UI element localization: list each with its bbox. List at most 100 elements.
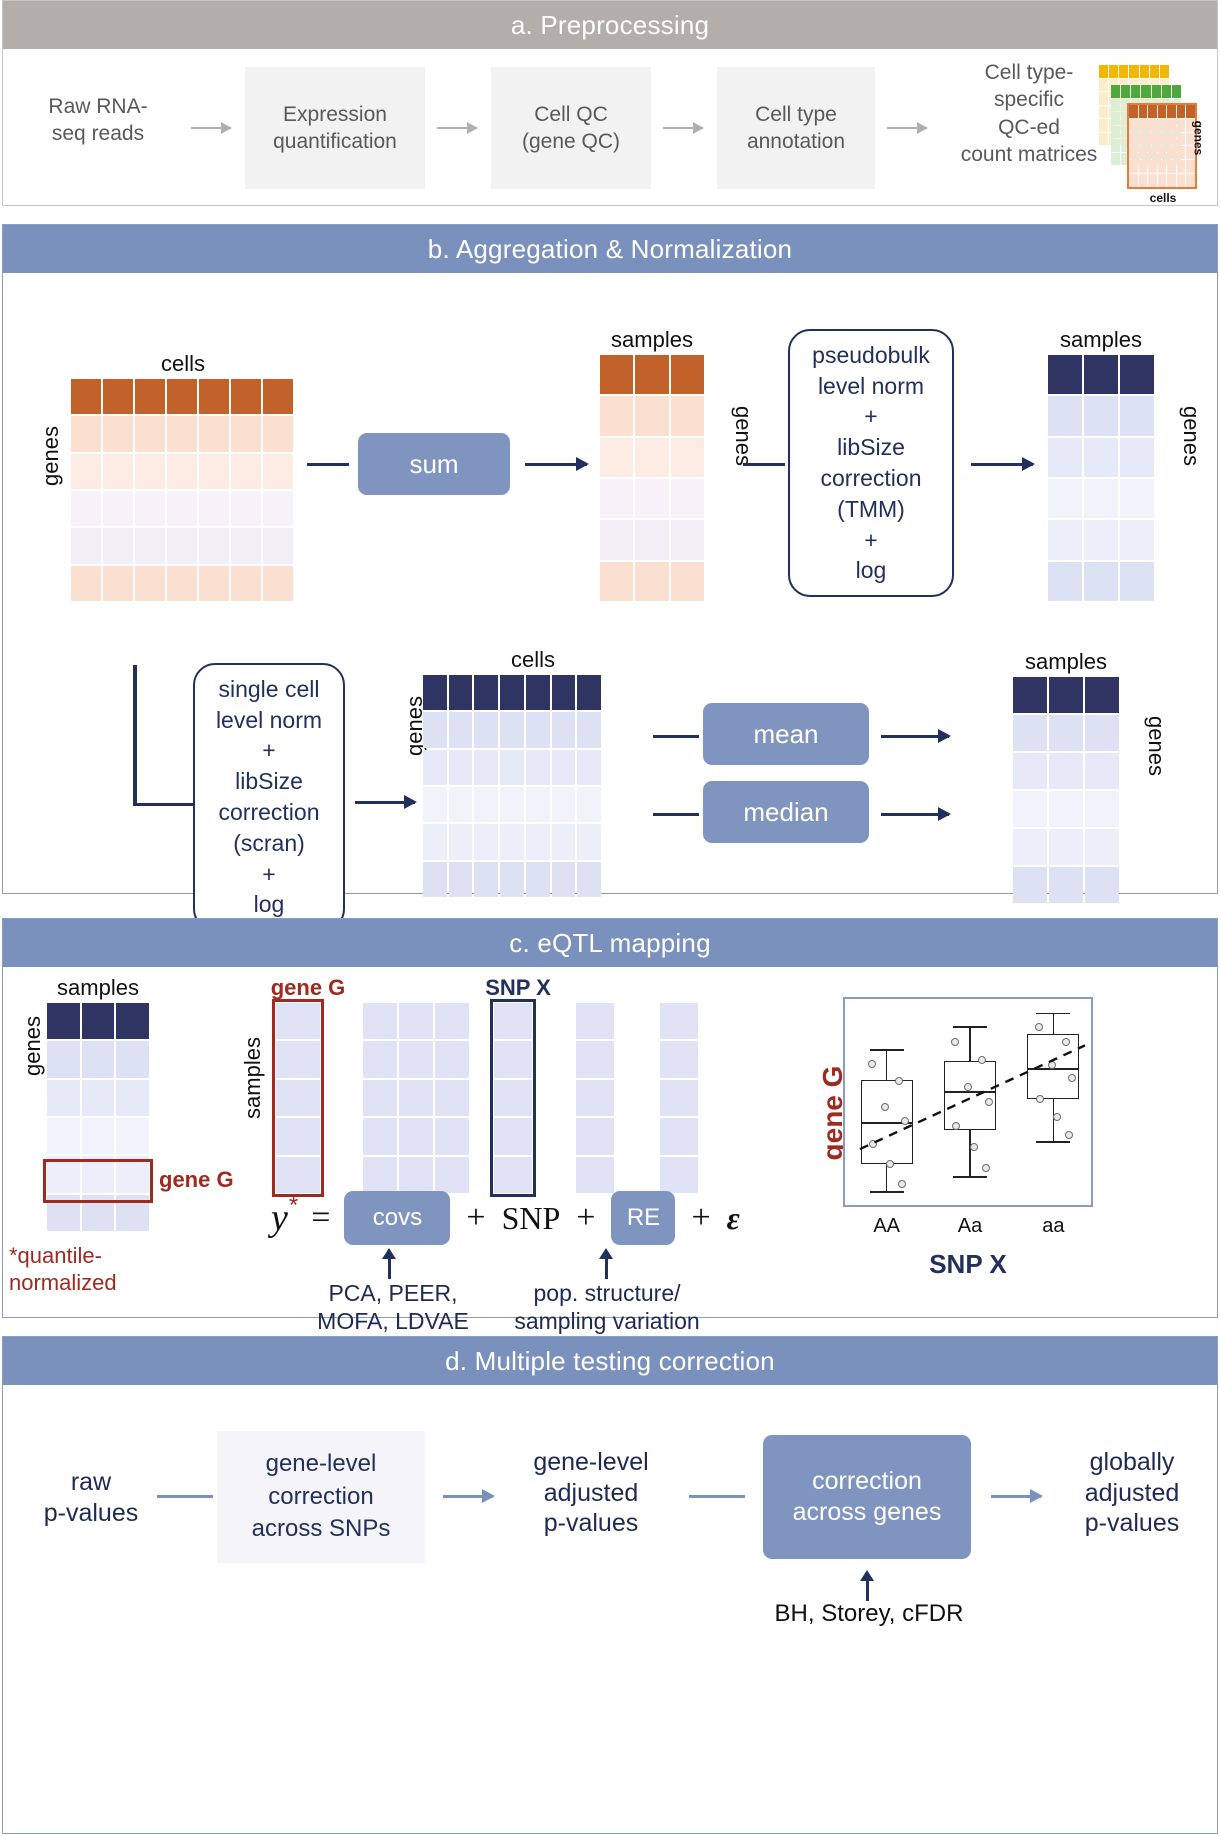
matrix-cell [577, 712, 601, 748]
equation-plus-3: + [691, 1199, 711, 1236]
mini-matrix-cell [1148, 146, 1157, 160]
mini-matrix-cell [1148, 105, 1157, 118]
matrix-cell [47, 1003, 80, 1040]
matrix-cell [660, 1003, 698, 1040]
matrix-cell [1085, 867, 1119, 903]
matrix-cell [423, 861, 447, 897]
matrix-cell [231, 453, 261, 489]
matrix-cell [1048, 561, 1082, 601]
mini-matrix-cell [1099, 65, 1109, 78]
panel-preprocessing: a. Preprocessing Raw RNA- seq reads Expr… [2, 0, 1218, 206]
matrix-cell [670, 437, 704, 477]
mini-matrix-orange [1127, 103, 1197, 189]
matrix-cell [263, 379, 293, 415]
matrix-cell [525, 675, 550, 711]
matrix-cell [1049, 715, 1083, 751]
arrow-a-4 [887, 122, 928, 134]
arrow-a-2 [437, 122, 478, 134]
mini-matrix-cell [1157, 174, 1167, 187]
matrix-cell [81, 1003, 115, 1040]
panel-a-title: a. Preprocessing [3, 1, 1217, 49]
matrix-cell [263, 453, 293, 489]
mini-matrix-cell [1186, 105, 1195, 118]
mini-matrix-cell [1141, 85, 1151, 98]
matrix-cell [199, 565, 229, 601]
matrix-cell [600, 520, 634, 560]
matrix-cell [474, 675, 499, 711]
matrix-cell [103, 416, 133, 452]
matrix-cell [600, 561, 634, 601]
mini-matrix-cell [1148, 132, 1157, 146]
matrix-cell [71, 379, 101, 415]
equation-star: * [288, 1192, 299, 1219]
mini-matrix-cell [1186, 174, 1195, 187]
matrix-cell [670, 396, 704, 436]
matrix-pseudobulk-counts [600, 355, 704, 601]
step-expression-quantification: Expression quantification [245, 67, 425, 189]
step-count-matrices: Cell type- specific QC-ed count matrices [960, 61, 1098, 166]
matrix-cell [423, 749, 447, 785]
equation-covs-term[interactable]: covs [344, 1191, 451, 1245]
matrix-cell [423, 824, 447, 860]
matrix-cell [167, 565, 197, 601]
b-row2-mid-top-label: cells [510, 647, 555, 672]
mini-matrix-cell [1111, 112, 1121, 125]
matrix-cell [167, 416, 197, 452]
matrix-cell [263, 565, 293, 601]
matrix-cell [474, 824, 499, 860]
mini-matrix-cell [1111, 152, 1121, 165]
matrix-cell [435, 1118, 469, 1155]
matrix-cell [448, 861, 473, 897]
mini-matrix-cell [1176, 146, 1186, 160]
b-arrow-1 [525, 457, 589, 471]
matrix-cell [1048, 355, 1082, 395]
gene-g-row-label: gene G [159, 1167, 234, 1192]
matrix-cell [399, 1041, 433, 1078]
b-row1-out-side-label: genes [1179, 406, 1204, 466]
b-branch-horizontal [133, 803, 193, 806]
matrix-cell [1049, 677, 1083, 713]
mini-matrix-cell [1149, 65, 1159, 78]
matrix-cell [1049, 829, 1083, 865]
b-connector-4 [653, 813, 699, 816]
matrix-cell [1120, 355, 1154, 395]
op-sum-button[interactable]: sum [358, 433, 510, 495]
matrix-sample-level-summary [1013, 677, 1119, 903]
matrix-cell [135, 565, 165, 601]
panel-c-title: c. eQTL mapping [3, 919, 1217, 967]
matrix-cell [47, 1117, 80, 1155]
boxplot-x-tick: Aa [957, 1215, 983, 1237]
matrix-cell [199, 416, 229, 452]
matrix-cell [435, 1079, 469, 1117]
matrix-cell [399, 1118, 433, 1155]
covs-annotation-text: PCA, PEER, MOFA, LDVAE [317, 1280, 469, 1335]
b-connector-1 [307, 463, 349, 466]
matrix-cell [1085, 829, 1119, 865]
matrix-cell [635, 478, 669, 519]
matrix-cell [660, 1079, 698, 1117]
matrix-cell [1084, 478, 1118, 519]
matrix-cell [135, 528, 165, 564]
equation-response: y [271, 1197, 288, 1239]
eqtl-model-equation: y * = covs + SNP + RE + ε [271, 1189, 740, 1247]
step-correction-across-genes[interactable]: correction across genes [763, 1435, 971, 1559]
matrix-cell [1013, 791, 1047, 827]
op-median-button[interactable]: median [703, 781, 869, 843]
mini-matrix-cell [1167, 132, 1176, 146]
matrix-cell [448, 824, 473, 860]
panel-c-body: samples genes gene G *quantile- normaliz… [3, 967, 1217, 1334]
matrix-cell [474, 861, 499, 897]
process-pseudobulk-norm: pseudobulk level norm + libSize correcti… [788, 329, 954, 597]
matrix-cell [81, 1079, 115, 1116]
panel-b-body: cells genes sum samples genes pseudobulk… [3, 273, 1217, 931]
matrix-cell [1048, 520, 1082, 560]
mini-matrix-cell [1148, 174, 1157, 187]
matrix-cell [600, 355, 634, 395]
matrix-cell [199, 379, 229, 415]
c-samples-side-label: samples [240, 1037, 265, 1119]
equation-re-term[interactable]: RE [611, 1191, 676, 1245]
equation-plus-1: + [466, 1199, 486, 1236]
matrix-cell [71, 416, 101, 452]
mini-matrix-cell [1148, 118, 1157, 132]
op-mean-button[interactable]: mean [703, 703, 869, 765]
